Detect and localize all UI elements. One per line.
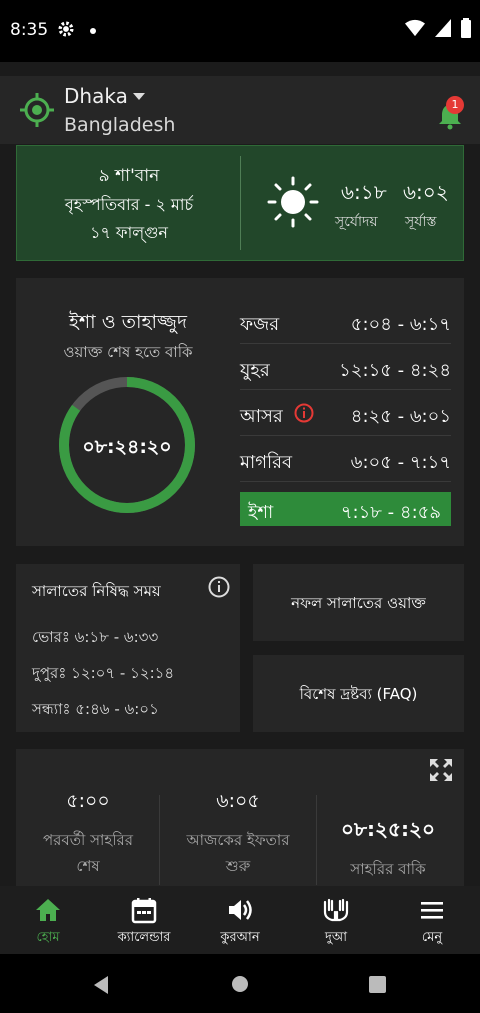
sehri-end-block: ৫:০০ পরবর্তী সাহরির শেষ	[18, 787, 158, 879]
speaker-icon	[229, 900, 252, 920]
battery-icon	[461, 18, 471, 38]
prayer-times-card: ইশা ও তাহাজ্জুদ ওয়াক্ত শেষ হতে বাকি ০৮:…	[16, 278, 464, 546]
prayer-row-dhuhr: যুহর ১২:১৫ - ৪:২৪	[240, 344, 451, 390]
sehri-remaining-label: সাহরির বাকি	[350, 860, 426, 878]
gregorian-date: বৃহস্পতিবার - ২ মার্চ	[64, 195, 194, 214]
nav-home[interactable]: হোম	[0, 886, 96, 954]
sunrise-time: ৬:১৮	[341, 180, 387, 204]
countdown-text: ০৮:২৪:২০	[82, 436, 172, 458]
nafl-times-button[interactable]: নফল সালাতের ওয়াক্ত	[253, 564, 464, 641]
menu-icon	[421, 902, 443, 919]
city-selector[interactable]: Dhaka	[64, 84, 128, 108]
prayer-name: ইশা	[248, 502, 274, 523]
divider	[159, 795, 160, 885]
notification-badge: 1	[446, 96, 464, 114]
location-target-icon[interactable]	[20, 93, 54, 127]
expand-icon[interactable]	[428, 757, 454, 783]
faq-button[interactable]: বিশেষ দ্রষ্টব্য (FAQ)	[253, 655, 464, 732]
bangla-date: ১৭ ফাল্গুন	[90, 223, 168, 242]
nav-quran[interactable]: কুরআন	[192, 886, 288, 954]
prayer-time: ৪:২৫ - ৬:০১	[350, 406, 451, 427]
sehri-remaining-block: ০৮:২৫:২০ সাহরির বাকি	[318, 815, 458, 882]
praying-hands-icon	[323, 898, 349, 922]
home-circle-icon[interactable]	[231, 975, 249, 993]
status-bar: 8:35	[0, 0, 480, 62]
sehri-remaining-time: ০৮:২৫:২০	[341, 817, 435, 841]
sehri-iftar-card: ৫:০০ পরবর্তী সাহরির শেষ ৬:০৫ আজকের ইফতার শ…	[16, 749, 464, 889]
recents-icon[interactable]	[369, 976, 386, 993]
prayer-name: মাগরিব	[240, 452, 293, 473]
sehri-end-time: ৫:০০	[66, 790, 110, 812]
sehri-end-label: পরবর্তী সাহরির শেষ	[42, 831, 134, 875]
iftar-label: আজকের ইফতার শুরু	[186, 831, 290, 875]
country-label: Bangladesh	[64, 114, 176, 136]
prayer-name: ফজর	[240, 314, 280, 335]
forbidden-title: সালাতের নিষিদ্ধ সময়	[32, 582, 161, 600]
prayer-time: ৫:০৪ - ৬:১৭	[350, 314, 451, 335]
wifi-icon	[405, 19, 425, 37]
bottom-nav: হোম ক্যালেন্ডার কুরআন দুআ মেনু	[0, 886, 480, 954]
prayer-row-asr: আসর ৪:২৫ - ৬:০১	[240, 390, 451, 436]
sunset-label: সূর্যাস্ত	[405, 214, 437, 230]
status-time: 8:35	[10, 20, 49, 40]
chevron-down-icon[interactable]	[133, 93, 145, 100]
signal-icon	[435, 19, 451, 37]
prayer-row-isha-active: ইশা ৭:১৮ - ৪:৫৯	[240, 492, 451, 526]
nav-calendar[interactable]: ক্যালেন্ডার	[96, 886, 192, 954]
back-icon[interactable]	[92, 975, 110, 995]
system-nav-bar	[0, 954, 480, 1013]
nav-menu[interactable]: মেনু	[384, 886, 480, 954]
sun-icon	[267, 176, 319, 228]
divider	[240, 156, 241, 250]
prayer-time: ৭:১৮ - ৪:৫৯	[340, 502, 441, 523]
forbidden-row-noon: দুপুরঃ ১২:০৭ - ১২:১৪	[32, 664, 175, 682]
prayer-name: আসর	[240, 406, 283, 427]
hijri-date: ৯ শা'বান	[98, 166, 160, 186]
current-waqt-subtitle: ওয়াক্ত শেষ হতে বাকি	[63, 343, 193, 361]
info-icon[interactable]	[294, 403, 314, 423]
prayer-row-maghrib: মাগরিব ৬:০৫ - ৭:১৭	[240, 436, 451, 482]
forbidden-times-card: সালাতের নিষিদ্ধ সময় ভোরঃ ৬:১৮ - ৬:৩৩ দু…	[16, 564, 240, 732]
prayer-row-fajr: ফজর ৫:০৪ - ৬:১৭	[240, 298, 451, 344]
nav-dua[interactable]: দুআ	[288, 886, 384, 954]
home-icon	[36, 899, 60, 921]
prayer-name: যুহর	[240, 360, 270, 381]
sunrise-label: সূর্যোদয়	[335, 214, 378, 230]
iftar-time: ৬:০৫	[216, 790, 260, 812]
forbidden-row-evening: সন্ধ্যাঃ ৫:৪৬ - ৬:০১	[32, 700, 159, 718]
current-waqt-name: ইশা ও তাহাজ্জুদ	[69, 311, 187, 333]
calendar-icon	[131, 898, 157, 924]
notification-dot	[90, 28, 96, 34]
prayer-time: ৬:০৫ - ৭:১৭	[350, 452, 451, 473]
info-icon[interactable]	[208, 576, 230, 598]
divider	[316, 795, 317, 885]
sunset-time: ৬:০২	[403, 180, 449, 204]
forbidden-row-dawn: ভোরঃ ৬:১৮ - ৬:৩৩	[32, 628, 159, 646]
iftar-block: ৬:০৫ আজকের ইফতার শুরু	[168, 787, 308, 879]
prayer-time: ১২:১৫ - ৪:২৪	[339, 360, 451, 381]
gear-icon	[58, 21, 74, 37]
date-card: ৯ শা'বান বৃহস্পতিবার - ২ মার্চ ১৭ ফাল্গু…	[16, 145, 464, 261]
